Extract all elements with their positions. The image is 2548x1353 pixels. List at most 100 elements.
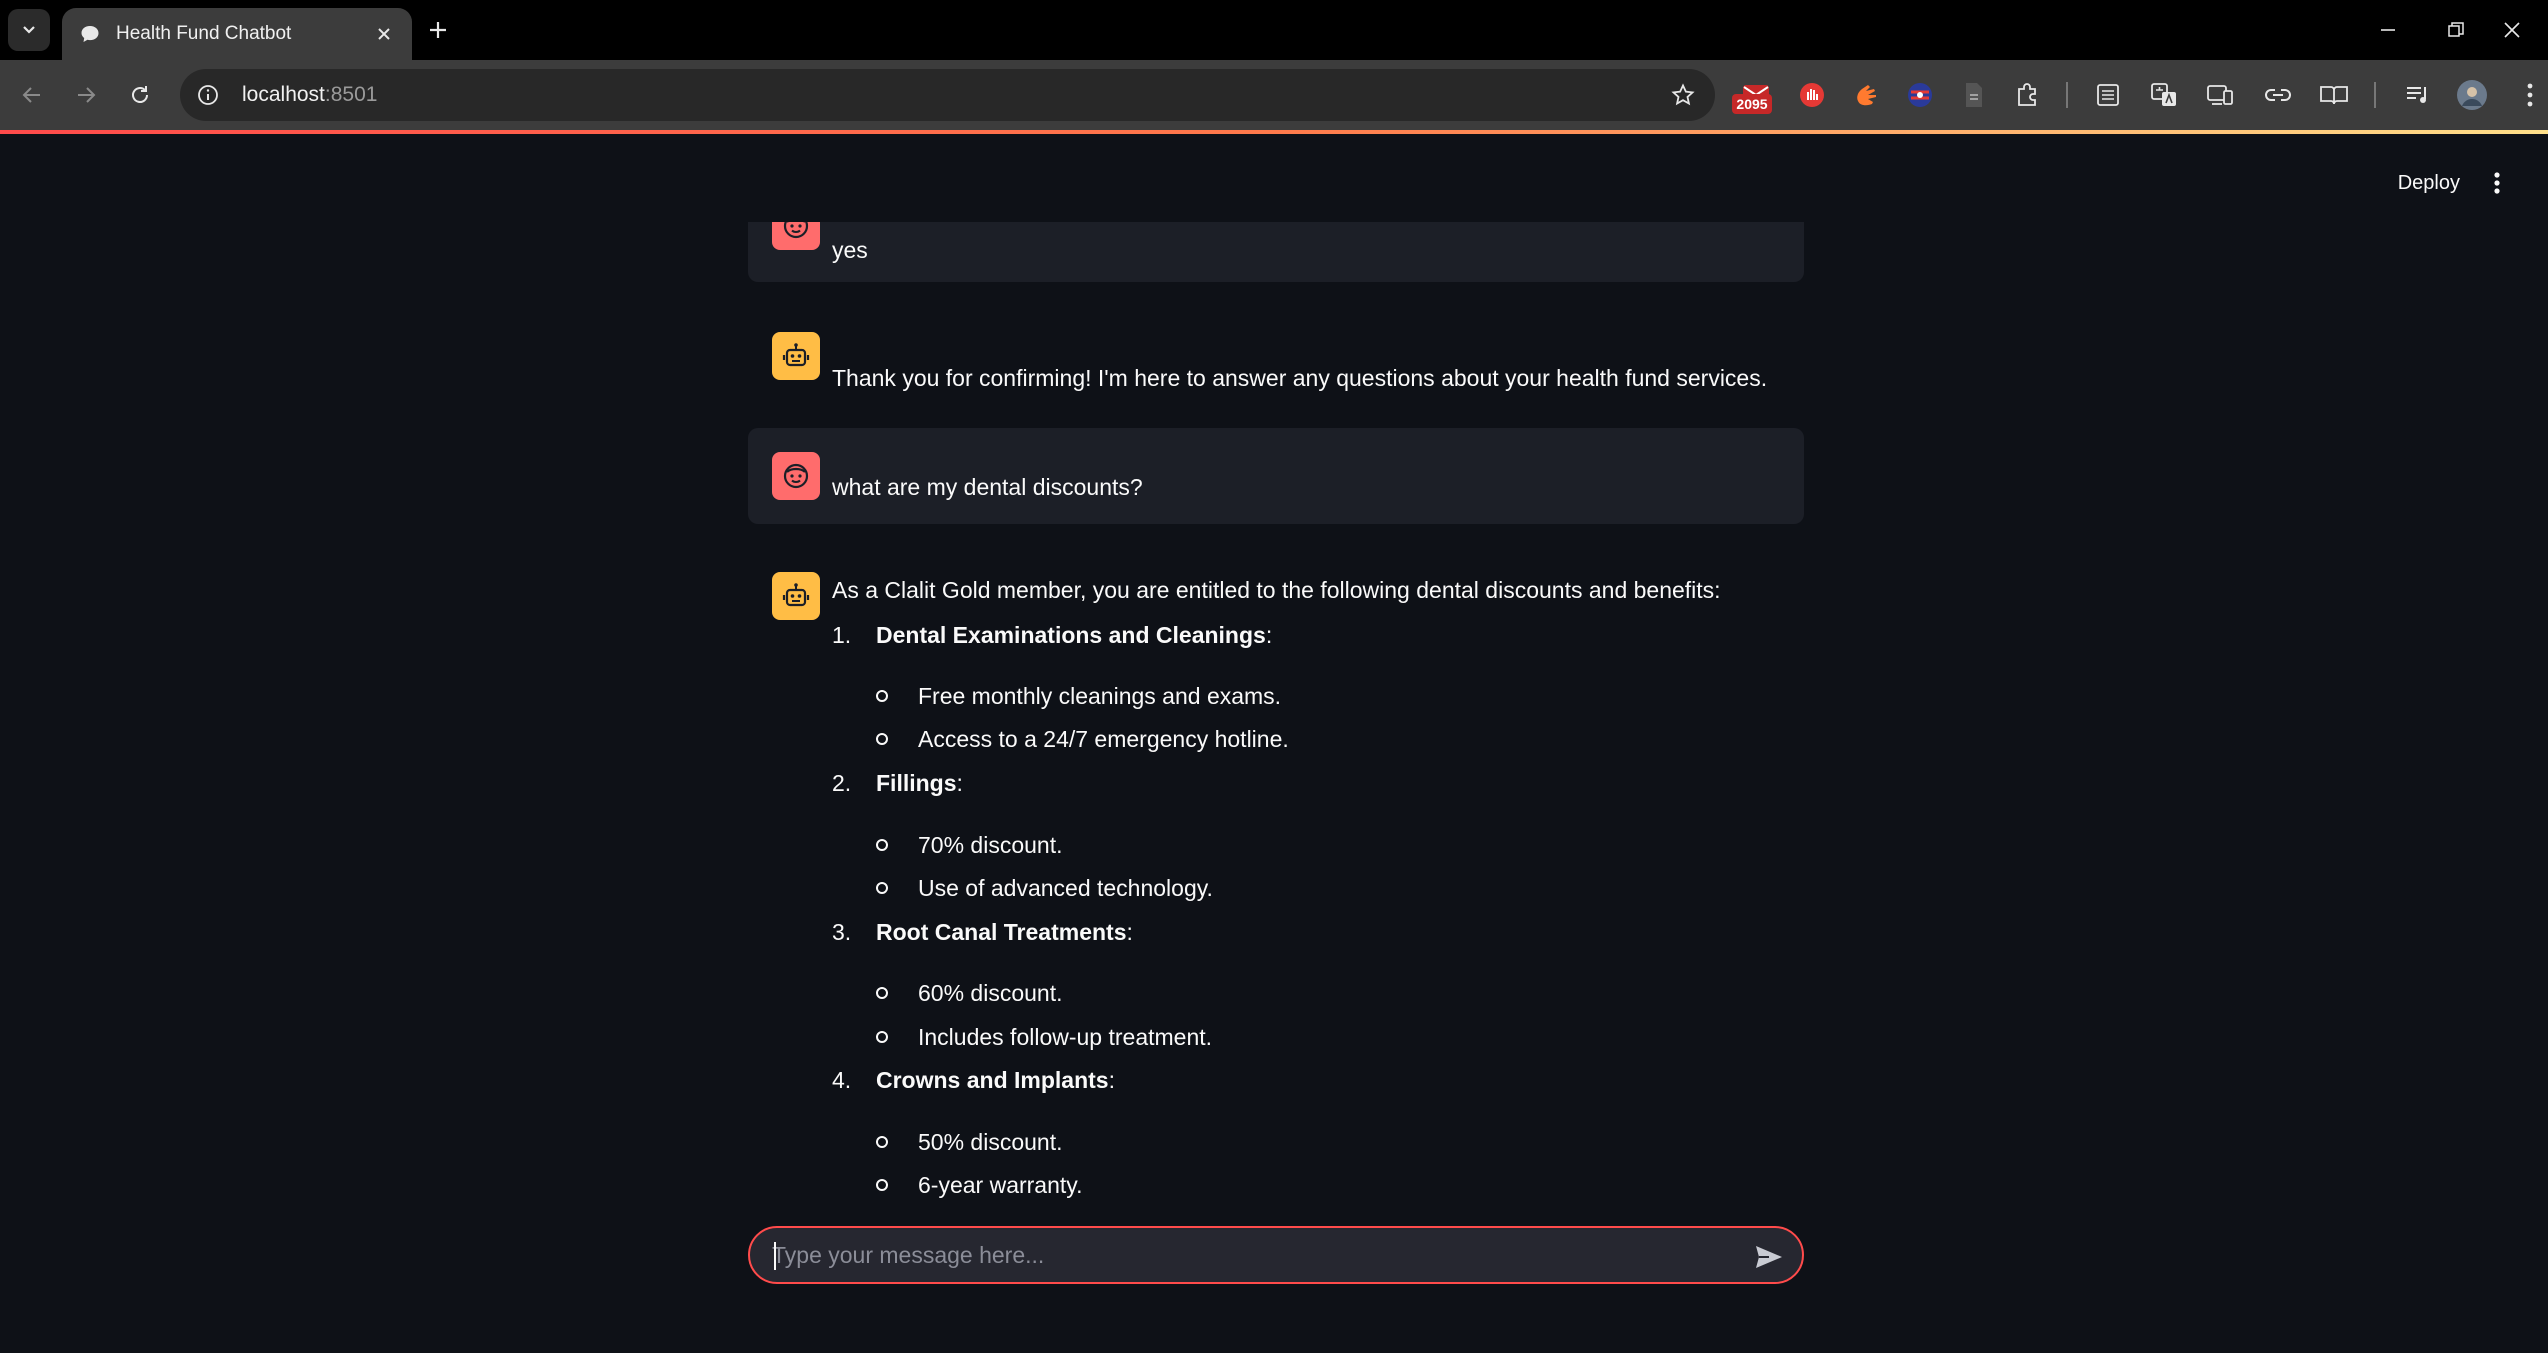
bullet-icon [876,881,888,894]
plus-icon [430,22,446,38]
arrow-right-icon [78,87,96,103]
bullet-icon [876,732,888,745]
sub-list-text: 6-year warranty. [918,1172,1083,1198]
back-button[interactable] [12,75,52,115]
sub-list-item: 70% discount. [876,832,1062,859]
cast-devices-icon[interactable] [2202,77,2238,113]
tab-search-button[interactable] [8,9,50,51]
deploy-button[interactable]: Deploy [2398,172,2460,195]
assistant-message: As a Clalit Gold member, you are entitle… [748,552,1804,1212]
message-text: what are my dental discounts? [832,474,1143,500]
sub-list-text: Free monthly cleanings and exams. [918,683,1282,709]
extension-badge: 2095 [1732,94,1772,114]
browser-toolbar: localhost:8501 [0,60,2548,130]
list-item-title: Crowns and Implants [876,1067,1109,1093]
extensions-puzzle-icon[interactable] [2010,77,2046,113]
sub-list-item: Access to a 24/7 emergency hotline. [876,726,1289,753]
user-avatar [772,452,820,500]
sub-list-item: 50% discount. [876,1129,1062,1156]
browser-tabstrip: Health Fund Chatbot [0,0,2548,60]
list-item-title: Root Canal Treatments [876,919,1127,945]
translate-icon[interactable] [2146,77,2182,113]
assistant-message: Thank you for confirming! I'm here to an… [748,312,1804,412]
list-item-suffix: : [1126,919,1133,945]
message-intro: As a Clalit Gold member, you are entitle… [832,577,1721,603]
hand-stop-extension-icon[interactable] [1794,77,1830,113]
flag-extension-icon[interactable] [1902,77,1938,113]
bullet-icon [876,1178,888,1191]
app-menu-icon[interactable] [2482,168,2512,198]
sub-list-item: Use of advanced technology. [876,875,1213,902]
link-icon[interactable] [2260,77,2296,113]
chat-messages: yes Thank you for confirming! I'm here t… [748,222,1804,1212]
chat-bubble-icon [78,22,102,46]
restore-icon [2448,22,2464,37]
close-window-button[interactable] [2492,10,2532,50]
list-item-title: Fillings [876,770,957,796]
sub-list-text: Includes follow-up treatment. [918,1024,1213,1050]
bullet-icon [876,1135,888,1148]
sub-list-item: 6-year warranty. [876,1172,1082,1199]
close-icon [2504,22,2520,38]
toolbar-divider [2374,82,2376,108]
list-number: 4. [832,1067,852,1093]
media-controls-icon[interactable] [2400,77,2436,113]
restore-button[interactable] [2436,10,2476,50]
app-header: Deploy [0,134,2548,224]
message-text: Thank you for confirming! I'm here to an… [832,365,1768,391]
sub-list-item: 60% discount. [876,980,1062,1007]
send-button[interactable] [1752,1240,1786,1274]
list-number: 3. [832,919,852,945]
user-avatar [772,222,820,250]
robot-icon [782,343,810,367]
face-smile-icon [783,222,809,239]
sub-list-item: Free monthly cleanings and exams. [876,683,1281,710]
sub-list-text: 60% discount. [918,980,1063,1006]
bullet-icon [876,689,888,702]
user-message: what are my dental discounts? [748,428,1804,524]
reload-button[interactable] [120,75,160,115]
list-item-suffix: : [1108,1067,1115,1093]
arrow-left-icon [22,87,40,103]
forward-button[interactable] [66,75,106,115]
list-item: 1. Dental Examinations and Cleanings: [832,622,1272,649]
sub-list-text: Use of advanced technology. [918,875,1213,901]
text-caret [774,1242,776,1270]
sub-list-text: Access to a 24/7 emergency hotline. [918,726,1289,752]
user-message: yes [748,222,1804,282]
address-bar[interactable]: localhost:8501 [180,69,1715,121]
list-item-suffix: : [956,770,963,796]
bullet-icon [876,986,888,999]
toolbar-divider [2066,82,2068,108]
new-tab-button[interactable] [420,12,456,48]
browser-menu-icon[interactable] [2512,77,2548,113]
send-icon [1756,1246,1782,1268]
list-number: 2. [832,770,852,796]
list-item-suffix: : [1265,622,1273,648]
minimize-button[interactable] [2368,10,2408,50]
chat-input-container [748,1226,1804,1284]
profile-avatar-icon[interactable] [2454,77,2490,113]
list-item: 3. Root Canal Treatments: [832,919,1133,946]
tab-title: Health Fund Chatbot [116,23,292,44]
bookmark-star-icon[interactable] [1669,81,1697,109]
sub-list-text: 70% discount. [918,832,1063,858]
assistant-avatar [772,332,820,380]
reading-list-icon[interactable] [2090,77,2126,113]
site-info-icon[interactable] [194,81,222,109]
close-tab-icon[interactable] [372,22,396,46]
message-text: yes [832,237,868,263]
list-item: 2. Fillings: [832,770,963,797]
face-smile-icon [783,463,809,489]
url-host: localhost [242,83,325,106]
sub-list-text: 50% discount. [918,1129,1063,1155]
list-number: 1. [832,622,852,648]
url-port: :8501 [324,83,378,106]
browser-tab-active[interactable]: Health Fund Chatbot [62,8,412,60]
robot-icon [782,583,810,607]
reader-mode-icon[interactable] [2316,77,2352,113]
chat-message-input[interactable] [772,1236,1712,1274]
assistant-avatar [772,572,820,620]
clap-extension-icon[interactable] [1848,77,1884,113]
document-extension-icon[interactable] [1956,77,1992,113]
